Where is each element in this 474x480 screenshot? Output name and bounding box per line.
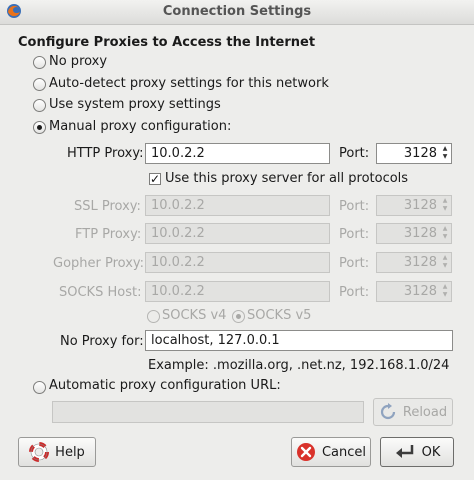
use-same-proxy-checkbox[interactable]: ✓ xyxy=(149,173,161,185)
gopher-proxy-input[interactable]: 10.0.2.2 xyxy=(145,252,330,273)
cancel-button-label: Cancel xyxy=(321,444,367,460)
no-proxy-for-input[interactable]: localhost, 127.0.0.1 xyxy=(145,330,453,351)
gopher-proxy-label: Gopher Proxy: xyxy=(53,256,145,271)
ok-button[interactable]: OK xyxy=(380,437,454,467)
ftp-port-label: Port: xyxy=(339,227,370,242)
manual-proxy-radio[interactable] xyxy=(33,121,46,134)
ftp-proxy-label: FTP Proxy: xyxy=(75,227,142,242)
reload-button-label: Reload xyxy=(402,404,448,420)
spin-arrows-icon[interactable]: ▲ ▼ xyxy=(440,225,450,241)
auto-config-url-input[interactable] xyxy=(52,401,364,423)
cancel-icon xyxy=(296,443,315,461)
auto-config-url-radio[interactable] xyxy=(33,381,46,394)
auto-detect-label[interactable]: Auto-detect proxy settings for this netw… xyxy=(49,76,329,91)
ssl-proxy-label: SSL Proxy: xyxy=(74,199,141,214)
socks-port-label: Port: xyxy=(339,285,370,300)
ftp-proxy-input[interactable]: 10.0.2.2 xyxy=(145,223,330,244)
ftp-port-spinner[interactable]: 3128 ▲ ▼ xyxy=(376,223,452,244)
spin-arrows-icon[interactable]: ▲ ▼ xyxy=(440,283,450,299)
gopher-port-label: Port: xyxy=(339,256,370,271)
reload-button[interactable]: Reload xyxy=(373,398,453,426)
no-proxy-for-label: No Proxy for: xyxy=(60,334,144,349)
spin-arrows-icon[interactable]: ▲ ▼ xyxy=(440,197,450,213)
socks-v5-label[interactable]: SOCKS v5 xyxy=(247,308,311,323)
no-proxy-example: Example: .mozilla.org, .net.nz, 192.168.… xyxy=(148,358,450,373)
no-proxy-radio[interactable] xyxy=(33,56,46,69)
socks-host-label: SOCKS Host: xyxy=(59,285,142,300)
no-proxy-label[interactable]: No proxy xyxy=(49,54,107,69)
help-button-label: Help xyxy=(55,444,85,460)
socks-v5-radio[interactable] xyxy=(232,310,245,323)
lifebuoy-icon xyxy=(29,442,50,462)
section-heading: Configure Proxies to Access the Internet xyxy=(18,35,316,50)
socks-host-input[interactable]: 10.0.2.2 xyxy=(145,281,330,302)
gopher-port-value: 3128 xyxy=(403,255,437,270)
manual-proxy-label[interactable]: Manual proxy configuration: xyxy=(49,119,231,134)
auto-config-url-label[interactable]: Automatic proxy configuration URL: xyxy=(49,378,281,393)
reload-icon xyxy=(380,403,395,420)
ok-button-label: OK xyxy=(421,444,441,460)
cancel-button[interactable]: Cancel xyxy=(291,437,371,467)
http-proxy-label: HTTP Proxy: xyxy=(67,146,144,161)
help-button[interactable]: Help xyxy=(18,437,96,467)
ssl-port-spinner[interactable]: 3128 ▲ ▼ xyxy=(376,195,452,216)
http-port-value: 3128 xyxy=(403,146,437,161)
socks-port-value: 3128 xyxy=(403,284,437,299)
socks-v4-label[interactable]: SOCKS v4 xyxy=(162,308,226,323)
window-title: Connection Settings xyxy=(162,4,312,19)
ok-arrow-icon xyxy=(395,445,413,458)
socks-v4-radio[interactable] xyxy=(147,310,160,323)
ssl-port-label: Port: xyxy=(339,199,370,214)
spin-arrows-icon[interactable]: ▲ ▼ xyxy=(440,145,450,161)
auto-detect-radio[interactable] xyxy=(33,78,46,91)
ssl-port-value: 3128 xyxy=(403,198,437,213)
ftp-port-value: 3128 xyxy=(403,226,437,241)
spin-arrows-icon[interactable]: ▲ ▼ xyxy=(440,254,450,270)
http-port-spinner[interactable]: 3128 ▲ ▼ xyxy=(376,143,452,164)
system-proxy-label[interactable]: Use system proxy settings xyxy=(49,97,221,112)
http-proxy-input[interactable]: 10.0.2.2 xyxy=(145,143,330,164)
ssl-proxy-input[interactable]: 10.0.2.2 xyxy=(145,195,330,216)
use-same-proxy-label[interactable]: Use this proxy server for all protocols xyxy=(165,171,408,186)
system-proxy-radio[interactable] xyxy=(33,99,46,112)
socks-port-spinner[interactable]: 3128 ▲ ▼ xyxy=(376,281,452,302)
http-port-label: Port: xyxy=(339,146,370,161)
gopher-port-spinner[interactable]: 3128 ▲ ▼ xyxy=(376,252,452,273)
